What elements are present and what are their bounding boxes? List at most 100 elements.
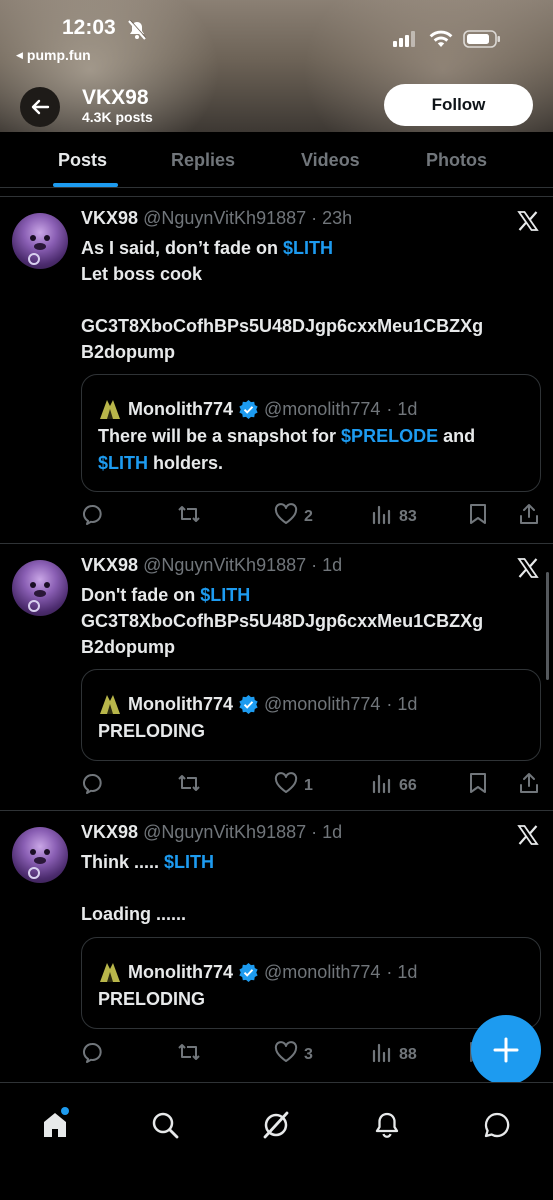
status-time: 12:03 (62, 16, 116, 39)
text-segment: B2dopump (81, 342, 175, 362)
x-logo-icon (517, 557, 539, 584)
tab-photos[interactable]: Photos (426, 150, 487, 171)
like-button[interactable]: 2 (274, 503, 313, 530)
tab-replies[interactable]: Replies (171, 150, 235, 171)
views-button[interactable]: 83 (371, 503, 417, 530)
bookmark-icon (468, 772, 488, 799)
text-segment: Don't fade on (81, 585, 201, 605)
cashtag-link[interactable]: $PRELODE (341, 426, 438, 446)
post[interactable]: VKX98 @NguynVitKh91887 · 1d Don't fade o… (0, 543, 553, 810)
text-segment: GC3T8XboCofhBPs5U48DJgp6cxxMeu1CBZXg (81, 316, 484, 336)
text-segment: There will be a snapshot for (98, 426, 342, 446)
post-header: VKX98 @NguynVitKh91887 · 1d (81, 555, 342, 576)
post-actions: 2 83 (81, 503, 541, 529)
verified-badge-icon (239, 962, 258, 982)
notifications-icon[interactable] (373, 1111, 401, 1144)
arrow-left-icon (31, 99, 50, 115)
like-button[interactable]: 3 (274, 1041, 313, 1068)
avatar[interactable] (12, 560, 68, 616)
text-segment: Think ..... (81, 852, 165, 872)
back-button[interactable] (20, 87, 60, 127)
grok-icon[interactable] (262, 1111, 290, 1144)
text-segment: and (438, 426, 476, 446)
verified-badge-icon (239, 694, 258, 714)
follow-button[interactable]: Follow (384, 84, 533, 126)
avatar[interactable] (12, 827, 68, 883)
text-segment: Let boss cook (81, 264, 203, 284)
quote-body: There will be a snapshot for $PRELODE an… (98, 423, 528, 477)
share-icon (518, 772, 540, 799)
battery-icon (463, 30, 500, 48)
views-count: 66 (399, 776, 417, 794)
text-line: $LITH holders. (98, 450, 528, 477)
reply-button[interactable] (81, 1041, 103, 1068)
search-icon[interactable] (151, 1111, 179, 1144)
quote-body: PRELODING (98, 718, 528, 745)
cashtag-link[interactable]: $LITH (283, 238, 333, 258)
home-icon[interactable] (41, 1111, 69, 1144)
avatar[interactable] (12, 213, 68, 269)
author-handle: @NguynVitKh91887 (143, 208, 307, 228)
cashtag-link[interactable]: $LITH (164, 852, 214, 872)
post[interactable]: VKX98 @NguynVitKh91887 · 23h As I said, … (0, 196, 553, 543)
repost-button[interactable] (177, 503, 201, 530)
quoted-post[interactable]: Monolith774 @monolith774 · 1d PRELODING (81, 937, 541, 1029)
reply-button[interactable] (81, 772, 103, 799)
repost-button[interactable] (177, 772, 201, 799)
text-line: PRELODING (98, 986, 528, 1013)
compose-post-button[interactable] (471, 1015, 541, 1085)
quoted-post[interactable]: Monolith774 @monolith774 · 1d There will… (81, 374, 541, 492)
text-segment: B2dopump (81, 637, 175, 657)
back-app-label: pump.fun (26, 47, 91, 63)
author-name[interactable]: VKX98 (81, 208, 138, 228)
author-handle: @NguynVitKh91887 (143, 822, 307, 842)
back-triangle-icon: ◀ (16, 49, 23, 60)
text-line: PRELODING (98, 718, 528, 745)
author-name[interactable]: VKX98 (81, 822, 138, 842)
views-count: 83 (399, 507, 417, 525)
text-segment: GC3T8XboCofhBPs5U48DJgp6cxxMeu1CBZXg (81, 611, 484, 631)
quote-time: · 1d (386, 693, 418, 714)
text-line: Think ..... $LITH (81, 849, 541, 875)
cashtag-link[interactable]: $LITH (98, 453, 148, 473)
bookmark-button[interactable] (468, 503, 488, 530)
post-time: · 1d (311, 822, 343, 842)
status-icons (393, 30, 501, 48)
views-button[interactable]: 88 (371, 1041, 417, 1068)
post-header: VKX98 @NguynVitKh91887 · 1d (81, 822, 342, 843)
quote-time: · 1d (386, 398, 418, 419)
bookmark-icon (468, 503, 488, 530)
text-segment: As I said, don’t fade on (81, 238, 284, 258)
bookmark-button[interactable] (468, 772, 488, 799)
like-count: 2 (304, 507, 313, 525)
quote-author-handle: @monolith774 (264, 693, 381, 714)
text-line (81, 287, 541, 313)
repost-button[interactable] (177, 1041, 201, 1068)
quote-header: Monolith774 @monolith774 · 1d (98, 692, 417, 716)
like-button[interactable]: 1 (274, 772, 313, 799)
author-name[interactable]: VKX98 (81, 555, 138, 575)
views-button[interactable]: 66 (371, 772, 417, 799)
messages-icon[interactable] (483, 1111, 511, 1144)
tab-videos[interactable]: Videos (301, 150, 360, 171)
text-segment: PRELODING (98, 989, 206, 1009)
cashtag-link[interactable]: $LITH (200, 585, 250, 605)
quote-body: PRELODING (98, 986, 528, 1013)
author-handle: @NguynVitKh91887 (143, 555, 307, 575)
back-to-app-link[interactable]: ◀ pump.fun (16, 47, 91, 63)
plus-icon (493, 1037, 519, 1063)
share-button[interactable] (518, 503, 540, 530)
like-count: 3 (304, 1045, 313, 1063)
post[interactable]: VKX98 @NguynVitKh91887 · 1d Think ..... … (0, 810, 553, 1080)
share-button[interactable] (518, 772, 540, 799)
analytics-icon (371, 503, 393, 530)
scrollbar-thumb[interactable] (546, 572, 549, 680)
post-header: VKX98 @NguynVitKh91887 · 23h (81, 208, 352, 229)
tab-posts[interactable]: Posts (58, 150, 107, 171)
reply-icon (81, 503, 103, 530)
reply-button[interactable] (81, 503, 103, 530)
profile-tabs: Posts Replies Videos Photos (0, 132, 553, 188)
monolith-avatar-icon (100, 400, 120, 419)
quoted-post[interactable]: Monolith774 @monolith774 · 1d PRELODING (81, 669, 541, 761)
profile-post-count: 4.3K posts (82, 109, 153, 125)
